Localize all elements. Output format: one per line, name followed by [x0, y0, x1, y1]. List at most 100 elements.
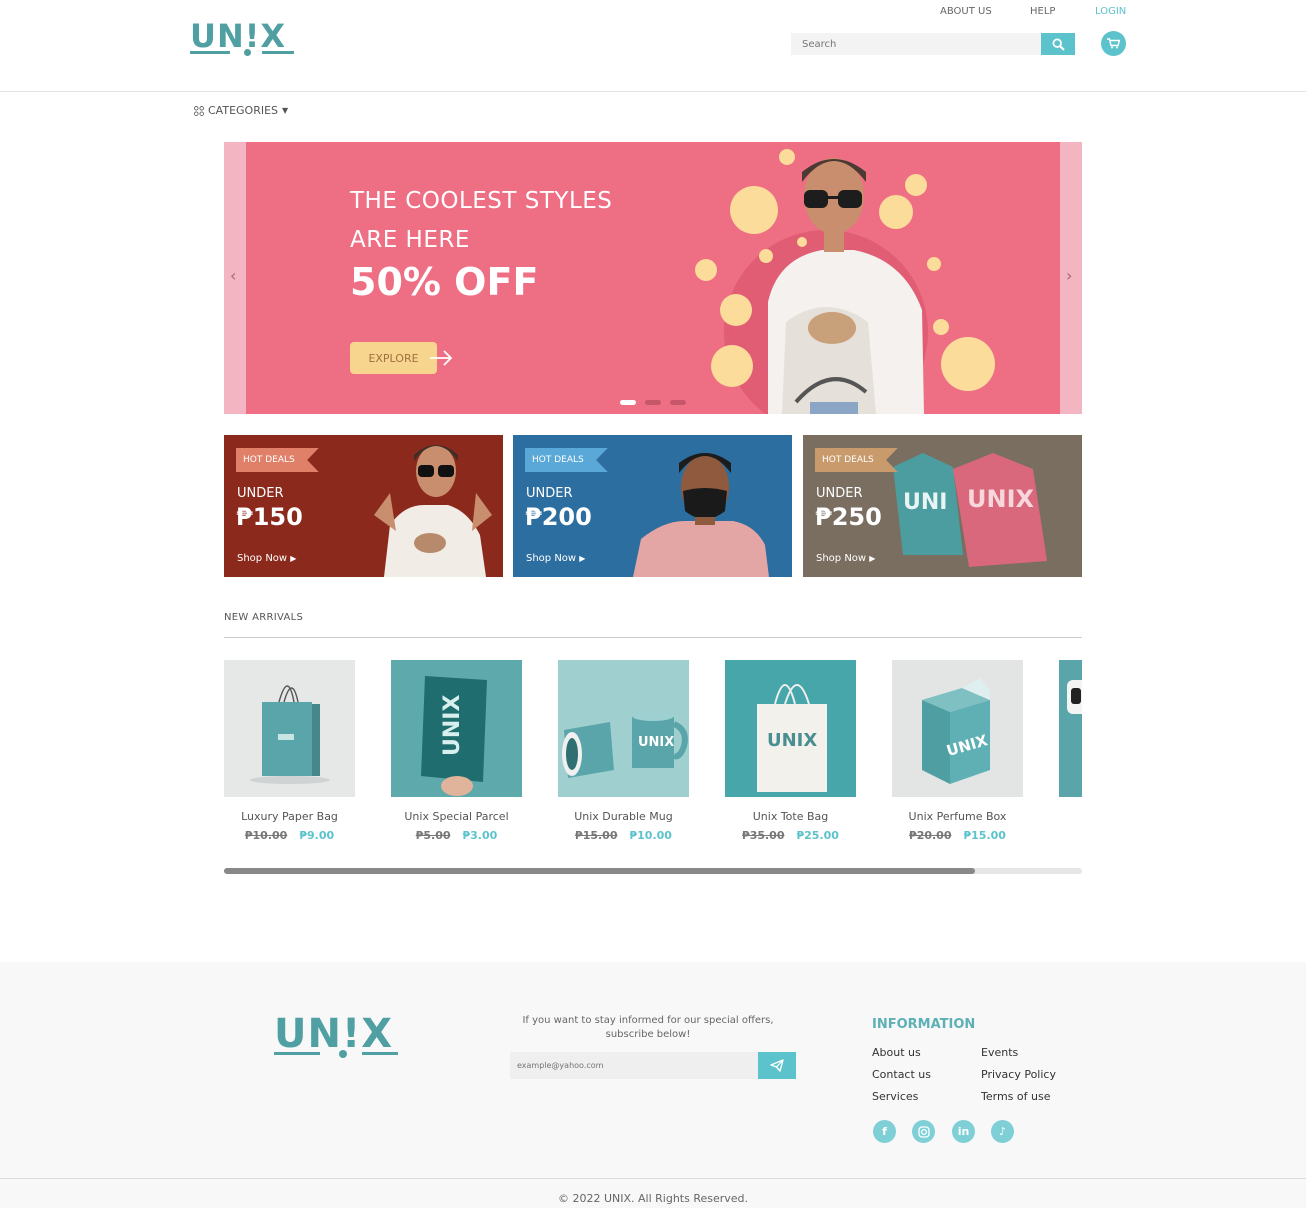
nav-help[interactable]: HELP — [1030, 6, 1055, 17]
deal-price: ₱150 — [236, 503, 303, 531]
deal-card-150[interactable]: HOT DEALS UNDER ₱150 Shop Now ▶ — [224, 435, 503, 577]
site-header: UN!X ABOUT US HELP LOGIN — [0, 0, 1306, 92]
hot-deals-tag: HOT DEALS — [236, 448, 319, 472]
deal-price: ₱250 — [815, 503, 882, 531]
carousel-dot-3[interactable] — [670, 400, 686, 405]
footer-link-about[interactable]: About us — [872, 1046, 921, 1059]
product-prices: ₱35.00 ₱25.00 — [705, 829, 876, 842]
logo-underline-right — [262, 51, 294, 54]
footer-link-contact[interactable]: Contact us — [872, 1068, 931, 1081]
product-prices: ₱20.00 ₱15.00 — [872, 829, 1043, 842]
sale-price: ₱3.00 — [462, 829, 498, 842]
sale-price: ₱25.00 — [796, 829, 839, 842]
facebook-icon[interactable]: f — [873, 1120, 896, 1143]
product-scrollbar[interactable] — [224, 868, 1082, 874]
product-card[interactable]: Luxury Paper Bag ₱10.00 ₱9.00 — [224, 660, 355, 842]
sale-price: ₱10.00 — [629, 829, 672, 842]
shop-now-label: Shop Now — [816, 553, 867, 564]
logo-dot — [244, 49, 251, 56]
newsletter-submit-button[interactable] — [758, 1052, 796, 1079]
deal-under-label: UNDER — [526, 486, 573, 501]
deal-under-label: UNDER — [237, 486, 284, 501]
footer-link-privacy[interactable]: Privacy Policy — [981, 1068, 1056, 1081]
shop-now-link[interactable]: Shop Now ▶ — [816, 553, 875, 564]
new-arrivals-title: NEW ARRIVALS — [224, 612, 304, 623]
grid-icon — [194, 105, 204, 116]
cart-button[interactable] — [1101, 31, 1126, 56]
sale-price: ₱9.00 — [299, 829, 335, 842]
cart-icon — [1107, 38, 1120, 49]
newsletter-text: If you want to stay informed for our spe… — [522, 1015, 774, 1040]
footer-link-events[interactable]: Events — [981, 1046, 1018, 1059]
footer-logo[interactable]: UN!X — [274, 1014, 398, 1058]
product-card[interactable]: UNIX Unix Special Parcel ₱5.00 ₱3.00 — [391, 660, 522, 842]
nav-login[interactable]: LOGIN — [1095, 6, 1126, 17]
brand-logo-text: UN!X — [190, 17, 287, 55]
carousel-dot-2[interactable] — [645, 400, 661, 405]
svg-text:UNIX: UNIX — [440, 695, 465, 756]
product-image-paper-bag[interactable] — [224, 660, 355, 797]
explore-button[interactable]: EXPLORE — [350, 342, 437, 374]
product-image-partial[interactable] — [1059, 660, 1082, 797]
nav-about-us[interactable]: ABOUT US — [940, 6, 992, 17]
section-divider — [224, 637, 1082, 638]
instagram-icon[interactable] — [912, 1120, 935, 1143]
old-price: ₱35.00 — [742, 829, 785, 842]
product-card[interactable]: UNIX Unix Perfume Box ₱20.00 ₱15.00 — [892, 660, 1023, 842]
hero-carousel: THE COOLEST STYLES ARE HERE 50% OFF EXPL… — [224, 142, 1082, 414]
deal-card-200[interactable]: HOT DEALS UNDER ₱200 Shop Now ▶ — [513, 435, 792, 577]
svg-text:UNIX: UNIX — [967, 485, 1035, 513]
carousel-dot-1[interactable] — [620, 400, 636, 405]
hero-slide: THE COOLEST STYLES ARE HERE 50% OFF EXPL… — [246, 142, 1060, 414]
deal-shirts-image: UNI UNIX — [893, 453, 1047, 567]
linkedin-icon[interactable]: in — [952, 1120, 975, 1143]
carousel-indicators — [620, 400, 686, 405]
footer-logo-underline — [274, 1052, 320, 1055]
old-price: ₱15.00 — [575, 829, 618, 842]
shop-now-link[interactable]: Shop Now ▶ — [526, 553, 585, 564]
site-footer: UN!X If you want to stay informed for ou… — [0, 962, 1306, 1208]
search-input[interactable] — [791, 33, 1041, 55]
footer-logo-underline-right — [362, 1052, 398, 1055]
mug-image: UNIX — [562, 711, 688, 778]
perfume-box-image: UNIX — [922, 678, 990, 784]
brand-logo[interactable]: UN!X — [190, 20, 294, 56]
deal-model-image — [374, 445, 492, 577]
product-image-tote[interactable]: UNIX — [725, 660, 856, 797]
search-button[interactable] — [1041, 33, 1075, 55]
newsletter-email-input[interactable] — [510, 1052, 758, 1079]
categories-dropdown[interactable]: CATEGORIES ▼ — [194, 104, 288, 117]
send-icon — [770, 1059, 784, 1072]
svg-text:UNIX: UNIX — [767, 730, 817, 751]
shop-now-link[interactable]: Shop Now ▶ — [237, 553, 296, 564]
parcel-image: UNIX — [421, 676, 487, 796]
hot-deals-label: HOT DEALS — [532, 455, 584, 465]
phone-camera — [1071, 688, 1081, 704]
deal-card-250[interactable]: UNI UNIX HOT DEALS UNDER ₱250 Shop Now ▶ — [803, 435, 1082, 577]
carousel-prev-button[interactable]: ‹ — [230, 266, 236, 285]
product-name: Unix Tote Bag — [752, 810, 829, 823]
hot-deals-label: HOT DEALS — [243, 455, 295, 465]
scrollbar-thumb[interactable] — [224, 868, 975, 874]
footer-link-terms[interactable]: Terms of use — [981, 1090, 1050, 1103]
product-image-perfume-box[interactable]: UNIX — [892, 660, 1023, 797]
hot-deals-label: HOT DEALS — [822, 455, 874, 465]
footer-link-services[interactable]: Services — [872, 1090, 918, 1103]
copyright-text: © 2022 UNIX. All Rights Reserved. — [557, 1192, 749, 1205]
sale-price: ₱15.00 — [963, 829, 1006, 842]
product-card[interactable]: UNIX Unix Tote Bag ₱35.00 ₱25.00 — [725, 660, 856, 842]
product-prices: ₱10.00 ₱9.00 — [204, 829, 375, 842]
carousel-next-button[interactable]: › — [1066, 266, 1072, 285]
product-card[interactable]: UNIX Unix Durable Mug ₱15.00 ₱10.00 — [558, 660, 689, 842]
footer-divider — [0, 1178, 1306, 1179]
product-image-parcel[interactable]: UNIX — [391, 660, 522, 797]
svg-text:UNI: UNI — [903, 490, 947, 515]
product-image-mug[interactable]: UNIX — [558, 660, 689, 797]
categories-label: CATEGORIES — [208, 104, 279, 117]
hero-model-image — [695, 149, 995, 414]
deal-price: ₱200 — [525, 503, 592, 531]
hot-deals-tag: HOT DEALS — [815, 448, 898, 472]
search-icon — [1051, 37, 1065, 51]
tiktok-icon[interactable]: ♪ — [991, 1120, 1014, 1143]
logo-underline — [190, 51, 230, 54]
